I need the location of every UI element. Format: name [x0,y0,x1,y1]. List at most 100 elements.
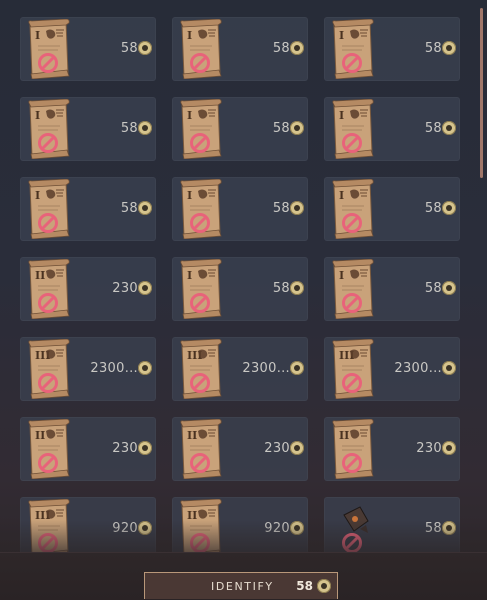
svg-text:I: I [35,109,40,122]
item-slot[interactable]: III 2300... [20,337,156,401]
parchment-scroll-icon: I [332,99,374,159]
item-slot[interactable]: I 58 [172,177,308,241]
parchment-scroll-icon: I [28,99,70,159]
coin-icon [442,361,456,375]
coin-icon [290,441,304,455]
item-price: 58 [424,521,442,536]
identify-button[interactable]: IDENTIFY 58 [144,572,338,599]
item-slot[interactable]: 58 [324,497,460,560]
item-price: 58 [424,41,442,56]
coin-icon [138,201,152,215]
coin-icon [442,201,456,215]
item-price: 58 [272,281,290,296]
item-slot[interactable]: III 2300... [324,337,460,401]
svg-text:I: I [339,109,344,122]
coin-icon [290,281,304,295]
parchment-scroll-icon: II [28,419,70,479]
item-price: 58 [272,121,290,136]
item-price: 58 [424,121,442,136]
item-price: 2300... [90,361,138,376]
parchment-scroll-icon: II [332,419,374,479]
svg-text:I: I [35,189,40,202]
item-price: 58 [120,41,138,56]
coin-icon [442,441,456,455]
identify-label: IDENTIFY [211,580,274,593]
svg-text:I: I [35,29,40,42]
parchment-scroll-icon: I [332,19,374,79]
item-price: 230 [112,281,138,296]
item-slot[interactable]: I 58 [20,17,156,81]
item-price: 58 [272,41,290,56]
parchment-scroll-icon: I [332,179,374,239]
item-price: 230 [264,441,290,456]
parchment-scroll-icon: I [28,19,70,79]
svg-text:I: I [187,109,192,122]
item-slot[interactable]: III 920 [20,497,156,560]
item-slot[interactable]: I 58 [172,97,308,161]
svg-text:I: I [187,189,192,202]
dark-relic-icon [342,506,369,553]
item-slot[interactable]: III 2300... [172,337,308,401]
item-slot[interactable]: I 58 [324,17,460,81]
parchment-scroll-icon: I [180,19,222,79]
identify-cost: 58 [296,579,313,593]
item-slot[interactable]: II 230 [20,257,156,321]
item-slot[interactable]: I 58 [324,177,460,241]
coin-icon [138,121,152,135]
coin-icon [138,361,152,375]
item-slot[interactable]: I 58 [172,257,308,321]
coin-icon [138,281,152,295]
parchment-scroll-icon: I [180,259,222,319]
coin-icon [290,521,304,535]
item-slot[interactable]: I 58 [324,97,460,161]
coin-icon [442,281,456,295]
scrollbar-thumb[interactable] [480,8,483,178]
parchment-scroll-icon: III [28,339,70,399]
coin-icon [290,201,304,215]
coin-icon [138,521,152,535]
item-price: 230 [112,441,138,456]
item-grid: I 58 I 58 I 58 I 58 I 58 I 58 I 58 I 58 I 58 II 230 I 58 I 58 II… [20,17,462,560]
svg-text:II: II [187,429,197,442]
parchment-scroll-icon: II [180,499,222,559]
item-price: 58 [424,201,442,216]
coin-icon [317,579,331,593]
item-slot[interactable]: I 58 [20,97,156,161]
coin-icon [290,121,304,135]
item-grid-area: I 58 I 58 I 58 I 58 I 58 I 58 I 58 I 58 I 58 II 230 I 58 I 58 II… [0,0,487,560]
parchment-scroll-icon: III [180,339,222,399]
svg-text:I: I [187,29,192,42]
item-price: 920 [264,521,290,536]
svg-text:II: II [35,269,45,282]
item-price: 58 [272,201,290,216]
item-slot[interactable]: II 230 [324,417,460,481]
coin-icon [290,361,304,375]
item-slot[interactable]: II 230 [172,417,308,481]
item-price: 2300... [242,361,290,376]
svg-text:I: I [187,269,192,282]
item-price: 58 [120,121,138,136]
item-slot[interactable]: II 230 [20,417,156,481]
parchment-scroll-icon: I [332,259,374,319]
svg-text:I: I [339,269,344,282]
parchment-scroll-icon: II [28,259,70,319]
coin-icon [442,121,456,135]
svg-text:II: II [187,509,197,522]
coin-icon [442,521,456,535]
coin-icon [442,41,456,55]
parchment-scroll-icon: II [180,419,222,479]
item-slot[interactable]: I 58 [20,177,156,241]
item-slot[interactable]: II 920 [172,497,308,560]
parchment-scroll-icon: I [180,179,222,239]
item-price: 2300... [394,361,442,376]
item-price: 58 [120,201,138,216]
coin-icon [138,441,152,455]
parchment-scroll-icon: I [180,99,222,159]
parchment-scroll-icon: III [28,499,70,559]
svg-text:II: II [339,429,349,442]
item-slot[interactable]: I 58 [324,257,460,321]
item-price: 920 [112,521,138,536]
item-slot[interactable]: I 58 [172,17,308,81]
svg-text:I: I [339,29,344,42]
parchment-scroll-icon: I [28,179,70,239]
